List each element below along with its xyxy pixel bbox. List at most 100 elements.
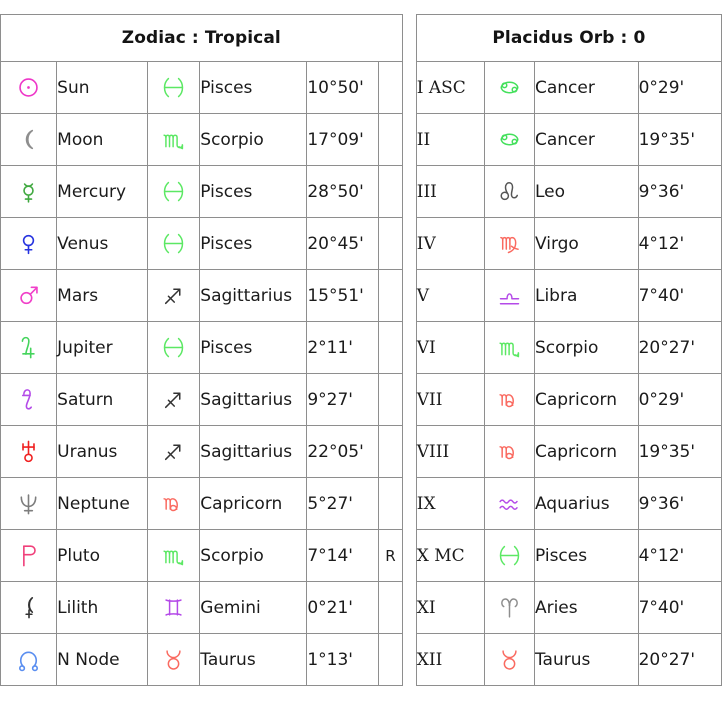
house-sign-name-cell: Capricorn <box>533 425 639 478</box>
house-sign-name-cell: Scorpio <box>533 321 639 374</box>
planet-sign-name-cell: Pisces <box>199 165 308 218</box>
house-position-cell: 20°27' <box>637 321 722 374</box>
panel-divider-cell <box>402 634 416 686</box>
retrograde-cell <box>378 217 403 270</box>
planet-sign-name-cell: Scorpio <box>199 529 308 582</box>
house-sign-glyph-cell <box>483 529 535 582</box>
astrology-chart-container: Zodiac : Tropical Placidus Orb : 0 Sun Pi… <box>0 0 722 701</box>
planet-name-cell: Mars <box>56 269 149 322</box>
planet-sign-name-cell: Pisces <box>199 217 308 270</box>
planet-name-cell: Neptune <box>56 477 149 530</box>
planet-sign-glyph-cell <box>147 373 201 426</box>
house-sign-glyph-cell <box>483 633 535 686</box>
planet-sign-glyph-cell <box>147 217 201 270</box>
house-position-cell: 0°29' <box>637 61 722 114</box>
table-row: Lilith Gemini 0°21' XI Aries 7°40' <box>0 581 722 634</box>
planet-sign-name-cell: Sagittarius <box>199 269 308 322</box>
zodiac-panel-title: Zodiac : Tropical <box>0 14 403 62</box>
planet-glyph-cell <box>0 581 58 634</box>
table-body: Sun Pisces 10°50' I ASC Cancer 0°29' Moon Scorp… <box>0 61 722 686</box>
retrograde-cell <box>378 321 403 374</box>
planet-sign-glyph-cell <box>147 425 201 478</box>
house-position-cell: 7°40' <box>637 581 722 634</box>
planet-position-cell: 5°27' <box>306 477 380 530</box>
planet-sign-name-cell: Sagittarius <box>199 373 308 426</box>
planet-position-cell: 7°14' <box>306 529 380 582</box>
house-position-cell: 19°35' <box>637 113 722 166</box>
planet-position-cell: 10°50' <box>306 61 380 114</box>
natal-chart-table: Zodiac : Tropical Placidus Orb : 0 Sun Pi… <box>0 14 722 686</box>
house-number-cell: X MC <box>415 529 485 582</box>
planet-position-cell: 22°05' <box>306 425 380 478</box>
planet-position-cell: 9°27' <box>306 373 380 426</box>
houses-panel-title: Placidus Orb : 0 <box>415 14 722 62</box>
planet-position-cell: 17°09' <box>306 113 380 166</box>
house-sign-glyph-cell <box>483 113 535 166</box>
table-row: Sun Pisces 10°50' I ASC Cancer 0°29' <box>0 61 722 114</box>
panel-divider-cell <box>402 530 416 582</box>
table-row: Mars Sagittarius 15°51' V Libra 7°40' <box>0 269 722 322</box>
planet-name-cell: Uranus <box>56 425 149 478</box>
planet-name-cell: Venus <box>56 217 149 270</box>
house-position-cell: 4°12' <box>637 217 722 270</box>
house-sign-name-cell: Leo <box>533 165 639 218</box>
house-sign-name-cell: Aries <box>533 581 639 634</box>
retrograde-cell <box>378 373 403 426</box>
planet-glyph-cell <box>0 165 58 218</box>
retrograde-cell: R <box>378 529 403 582</box>
house-sign-glyph-cell <box>483 217 535 270</box>
planet-sign-name-cell: Pisces <box>199 61 308 114</box>
house-position-cell: 19°35' <box>637 425 722 478</box>
house-number-cell: IV <box>415 217 485 270</box>
planet-sign-name-cell: Capricorn <box>199 477 308 530</box>
planet-name-cell: Pluto <box>56 529 149 582</box>
house-sign-name-cell: Libra <box>533 269 639 322</box>
panel-divider-cell <box>402 62 416 114</box>
house-number-cell: VII <box>415 373 485 426</box>
planet-sign-glyph-cell <box>147 529 201 582</box>
house-position-cell: 9°36' <box>637 165 722 218</box>
panel-divider-cell <box>402 478 416 530</box>
retrograde-cell <box>378 425 403 478</box>
table-row: Mercury Pisces 28°50' III Leo 9°36' <box>0 165 722 218</box>
planet-sign-glyph-cell <box>147 581 201 634</box>
table-header: Zodiac : Tropical Placidus Orb : 0 <box>0 14 722 62</box>
planet-glyph-cell <box>0 633 58 686</box>
house-number-cell: XI <box>415 581 485 634</box>
table-row: Moon Scorpio 17°09' II Cancer 19°35' <box>0 113 722 166</box>
house-sign-glyph-cell <box>483 165 535 218</box>
table-row: N Node Taurus 1°13' XII Taurus 20°27' <box>0 633 722 686</box>
planet-glyph-cell <box>0 269 58 322</box>
table-row: Saturn Sagittarius 9°27' VII Capricorn 0°29' <box>0 373 722 426</box>
house-sign-name-cell: Pisces <box>533 529 639 582</box>
retrograde-cell <box>378 581 403 634</box>
planet-glyph-cell <box>0 425 58 478</box>
house-position-cell: 0°29' <box>637 373 722 426</box>
panel-divider-cell <box>402 374 416 426</box>
house-position-cell: 7°40' <box>637 269 722 322</box>
house-number-cell: IX <box>415 477 485 530</box>
table-row: Neptune Capricorn 5°27' IX Aquarius 9°36' <box>0 477 722 530</box>
panel-divider <box>402 15 416 62</box>
planet-sign-name-cell: Pisces <box>199 321 308 374</box>
panel-divider-cell <box>402 114 416 166</box>
planet-name-cell: Jupiter <box>56 321 149 374</box>
planet-sign-name-cell: Gemini <box>199 581 308 634</box>
planet-glyph-cell <box>0 477 58 530</box>
planet-name-cell: Sun <box>56 61 149 114</box>
house-number-cell: XII <box>415 633 485 686</box>
retrograde-cell <box>378 61 403 114</box>
planet-glyph-cell <box>0 373 58 426</box>
planet-sign-glyph-cell <box>147 165 201 218</box>
house-position-cell: 20°27' <box>637 633 722 686</box>
house-sign-glyph-cell <box>483 373 535 426</box>
planet-sign-glyph-cell <box>147 113 201 166</box>
house-position-cell: 4°12' <box>637 529 722 582</box>
house-sign-name-cell: Taurus <box>533 633 639 686</box>
house-sign-name-cell: Capricorn <box>533 373 639 426</box>
panel-divider-cell <box>402 426 416 478</box>
table-row: Pluto Scorpio 7°14' R X MC Pisces 4°12' <box>0 529 722 582</box>
planet-sign-name-cell: Taurus <box>199 633 308 686</box>
house-sign-glyph-cell <box>483 425 535 478</box>
planet-name-cell: Saturn <box>56 373 149 426</box>
